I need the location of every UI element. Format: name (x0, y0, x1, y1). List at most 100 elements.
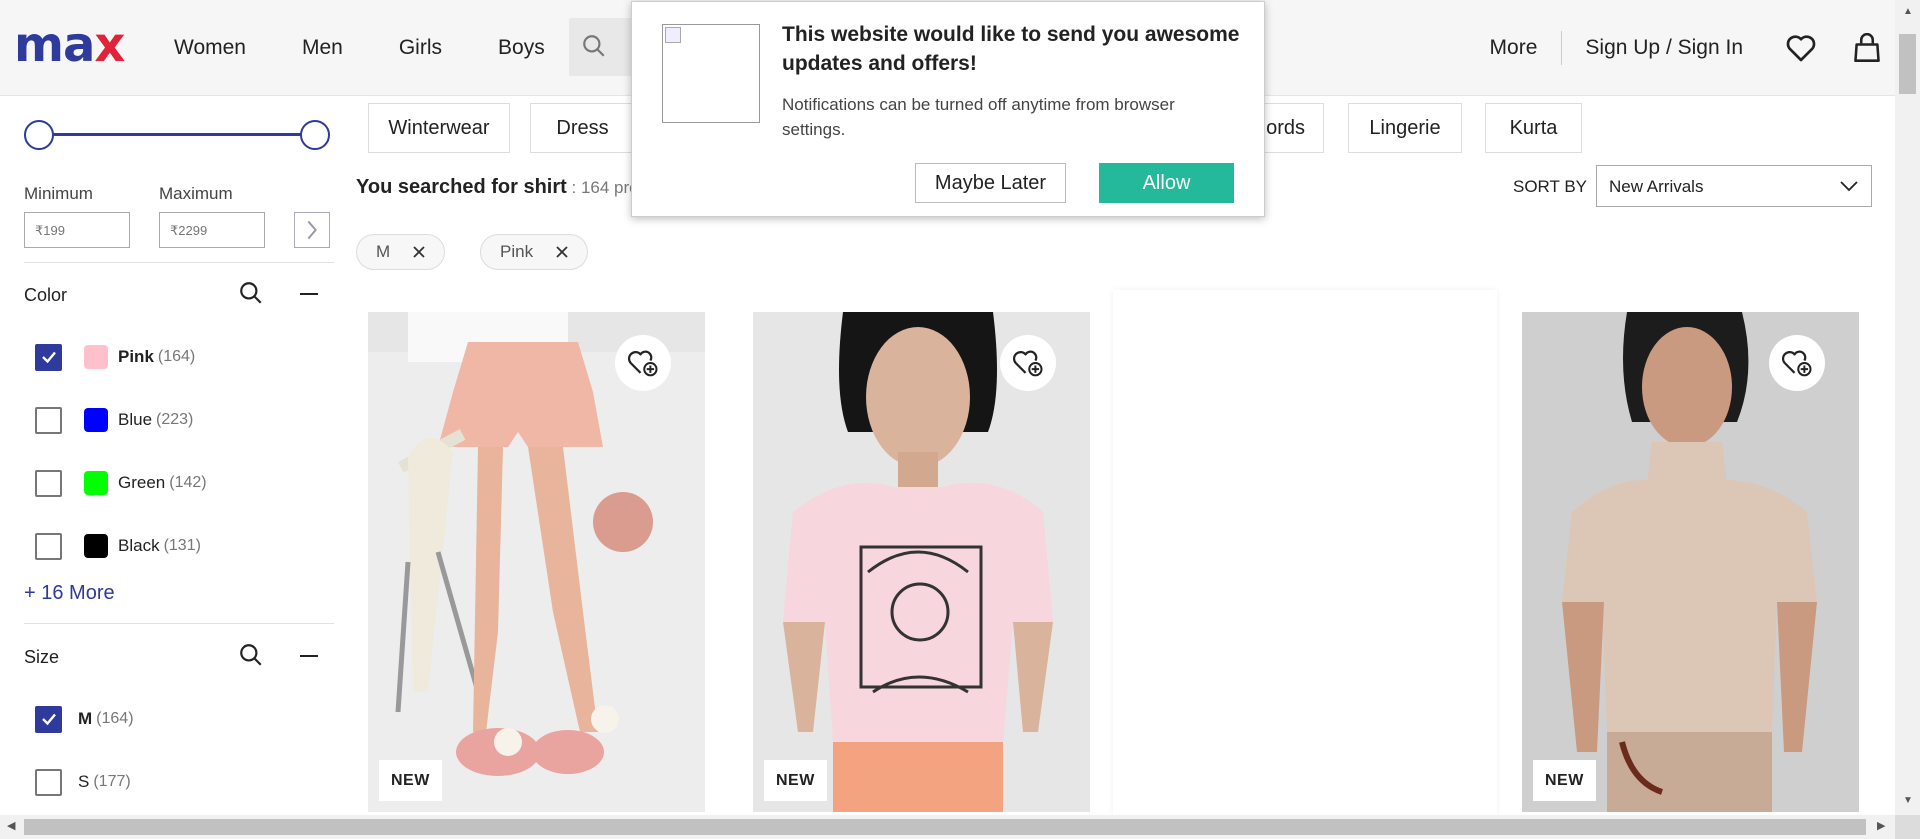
color-option-black[interactable]: Black (131) (35, 532, 201, 560)
checkbox-checked[interactable] (35, 343, 62, 371)
option-label: Green (118, 473, 166, 492)
option-count: (164) (157, 348, 196, 365)
pink-swatch (84, 345, 108, 369)
category-chip-dress[interactable]: Dress (530, 103, 635, 153)
broken-image-glyph (665, 27, 681, 43)
check-icon (41, 351, 56, 364)
more-colors-link[interactable]: + 16 More (24, 582, 115, 605)
sidebar-divider (24, 623, 334, 624)
horizontal-scrollbar[interactable]: ◀ ▶ (0, 815, 1895, 839)
new-badge: NEW (1533, 760, 1596, 801)
popup-message: Notifications can be turned off anytime … (782, 95, 1175, 139)
close-icon[interactable] (412, 245, 426, 259)
max-logo[interactable]: max (14, 21, 125, 69)
checkbox[interactable] (35, 469, 62, 497)
option-label: S (78, 772, 90, 791)
option-label: Black (118, 536, 160, 555)
add-to-wishlist-button[interactable] (615, 335, 671, 391)
search-icon (583, 35, 605, 57)
scroll-left-arrow-icon[interactable]: ◀ (7, 819, 15, 832)
color-facet-title: Color (24, 285, 68, 305)
vertical-scrollbar[interactable]: ▲ ▼ (1895, 0, 1920, 815)
broken-image-icon (662, 24, 760, 123)
scroll-up-arrow-icon[interactable]: ▲ (1903, 6, 1913, 17)
category-chip-lingerie[interactable]: Lingerie (1348, 103, 1462, 153)
category-chip-winterwear[interactable]: Winterwear (368, 103, 510, 153)
checkbox[interactable] (35, 768, 62, 796)
notification-permission-popup: This website would like to send you awes… (631, 1, 1265, 217)
add-to-wishlist-button[interactable] (1000, 335, 1056, 391)
price-min-handle[interactable] (24, 120, 54, 150)
color-collapse-icon[interactable] (300, 293, 318, 295)
add-to-wishlist-button[interactable] (1769, 335, 1825, 391)
new-badge: NEW (764, 760, 827, 801)
option-count: (142) (169, 474, 207, 491)
color-option-blue[interactable]: Blue (223) (35, 406, 193, 434)
new-badge: NEW (379, 760, 442, 801)
close-icon[interactable] (555, 245, 569, 259)
popup-title: This website would like to send you awes… (782, 23, 1240, 75)
price-apply-button[interactable] (294, 212, 330, 248)
sign-in-link[interactable]: Sign Up / Sign In (1585, 36, 1743, 60)
option-count: (223) (156, 411, 194, 428)
horizontal-scroll-thumb[interactable] (24, 819, 1866, 835)
size-option-s[interactable]: S (177) (35, 768, 131, 796)
allow-button[interactable]: Allow (1099, 163, 1234, 203)
product-card[interactable]: NEW (1522, 312, 1859, 812)
size-option-m[interactable]: M (164) (35, 705, 134, 733)
size-collapse-icon[interactable] (300, 655, 318, 657)
header-divider (1561, 31, 1563, 65)
size-search-icon[interactable] (238, 642, 264, 673)
option-count: (164) (96, 710, 134, 727)
price-max-handle[interactable] (300, 120, 330, 150)
scroll-down-arrow-icon[interactable]: ▼ (1903, 795, 1913, 806)
nav-boys[interactable]: Boys (498, 36, 545, 60)
product-card-placeholder (1113, 290, 1497, 815)
bag-icon[interactable] (1853, 33, 1881, 63)
heart-plus-icon (1012, 350, 1043, 377)
result-count: : 164 pro (566, 178, 639, 197)
sort-label: SORT BY (1513, 177, 1588, 196)
option-label: Pink (118, 347, 154, 366)
category-chip-kurta[interactable]: Kurta (1485, 103, 1582, 153)
color-search-icon[interactable] (238, 280, 264, 311)
black-swatch (84, 534, 108, 558)
nav-girls[interactable]: Girls (399, 36, 442, 60)
checkbox[interactable] (35, 406, 62, 434)
logo-part-ma: ma (14, 17, 95, 73)
scrollbar-corner (1895, 815, 1920, 839)
filter-tag-label: M (376, 242, 391, 261)
sort-value: New Arrivals (1609, 177, 1704, 196)
scroll-right-arrow-icon[interactable]: ▶ (1877, 819, 1885, 832)
heart-plus-icon (1781, 350, 1812, 377)
price-range-track (38, 133, 316, 136)
color-option-pink[interactable]: Pink (164) (35, 343, 195, 371)
option-count: (177) (93, 773, 131, 790)
option-count: (131) (163, 537, 201, 554)
logo-part-x: x (94, 17, 125, 73)
search-summary: You searched for shirt : 164 pro (356, 176, 639, 199)
app-root: max Women Men Girls Boys More Sign Up / … (0, 0, 1920, 839)
price-max-input[interactable] (159, 212, 265, 248)
product-card[interactable]: NEW (753, 312, 1090, 812)
blue-swatch (84, 408, 108, 432)
applied-filter-pink: Pink (480, 234, 589, 270)
option-label: Blue (118, 410, 153, 429)
product-card[interactable]: NEW (368, 312, 705, 812)
price-max-label: Maximum (159, 184, 233, 203)
sort-dropdown[interactable]: New Arrivals (1596, 165, 1872, 207)
vertical-scroll-thumb[interactable] (1899, 34, 1916, 94)
maybe-later-button[interactable]: Maybe Later (915, 163, 1066, 203)
nav-men[interactable]: Men (302, 36, 343, 60)
chevron-right-icon (307, 220, 317, 240)
price-min-input[interactable] (24, 212, 130, 248)
checkbox-checked[interactable] (35, 705, 62, 733)
main-nav: Women Men Girls Boys (174, 0, 601, 96)
nav-women[interactable]: Women (174, 36, 246, 60)
color-option-green[interactable]: Green (142) (35, 469, 207, 497)
option-label: M (78, 709, 93, 728)
more-menu[interactable]: More (1490, 36, 1538, 60)
checkbox[interactable] (35, 532, 62, 560)
price-min-label: Minimum (24, 184, 93, 203)
wishlist-icon[interactable] (1785, 33, 1817, 63)
